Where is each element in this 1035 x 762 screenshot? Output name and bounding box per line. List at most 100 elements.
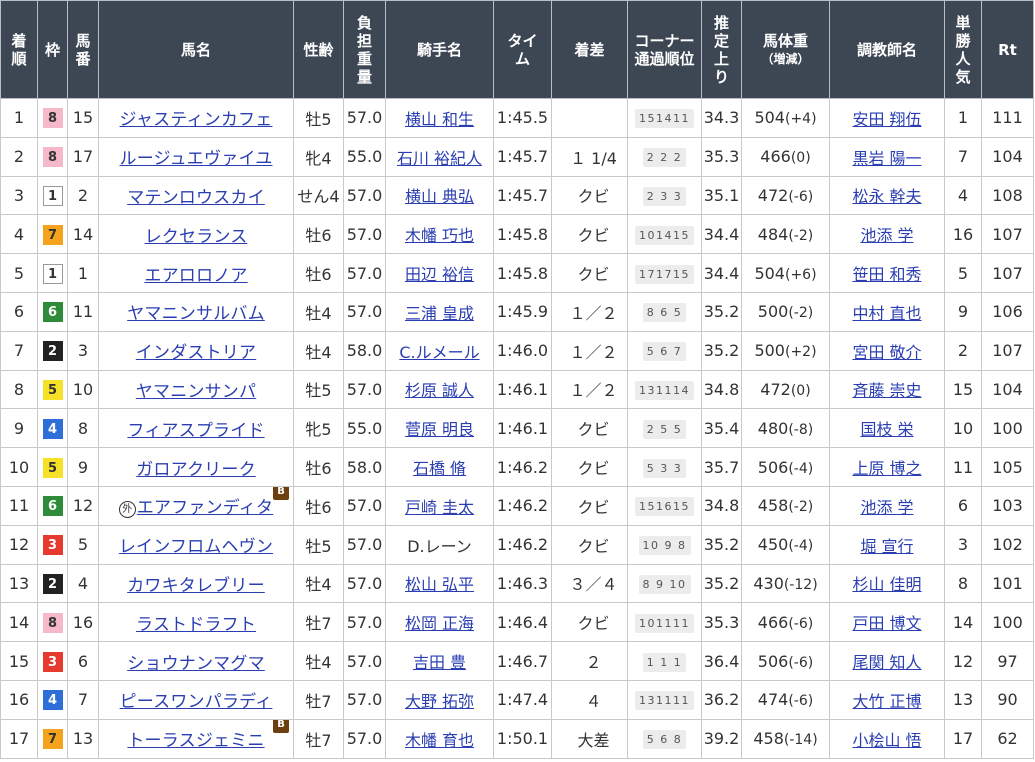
body-weight: 458 xyxy=(753,729,784,749)
horse-name-link[interactable]: フィアスプライド xyxy=(127,421,264,441)
horse-name-link[interactable]: カワキタレブリー xyxy=(127,576,265,596)
corner-positions: 2 3 3 xyxy=(642,186,687,206)
trainer-link[interactable]: 杉山 佳明 xyxy=(852,575,921,594)
horse-number: 17 xyxy=(72,147,94,167)
trainer-link[interactable]: 黒岩 陽一 xyxy=(852,149,921,168)
sex-age-cell: 牡6 xyxy=(293,447,344,487)
body-weight-diff: (+2) xyxy=(784,344,817,361)
trainer-link[interactable]: 小桧山 悟 xyxy=(852,731,921,750)
horse-name-link[interactable]: トーラスジェミニ xyxy=(127,731,264,751)
jockey-link[interactable]: 松岡 正海 xyxy=(405,614,474,633)
horse-name-link[interactable]: ヤマニンサルバム xyxy=(127,304,265,324)
finish-cell: 10 xyxy=(0,447,38,487)
trainer-link[interactable]: 安田 翔伍 xyxy=(852,110,921,129)
jockey-link[interactable]: 松山 弘平 xyxy=(405,575,474,594)
popularity-cell: 2 xyxy=(944,330,982,371)
trainer-link[interactable]: 上原 博之 xyxy=(852,459,921,478)
jockey-link[interactable]: 木幡 巧也 xyxy=(405,226,474,245)
body-weight-cell: 506(-4) xyxy=(741,447,830,487)
jockey-link[interactable]: 大野 拓弥 xyxy=(405,692,474,711)
horse-cell: インダストリア xyxy=(98,330,294,371)
finish-value: 5 xyxy=(13,263,25,283)
horse-name-link[interactable]: マテンロウスカイ xyxy=(127,188,265,208)
body-weight: 500 xyxy=(754,341,785,361)
table-row: 17 7 13 トーラスジェミニ B 牡7 57.0 木幡 育也 1:50.1 大差 5 6 8 39… xyxy=(0,718,1034,759)
horse-name-link[interactable]: ショウナンマグマ xyxy=(127,654,265,674)
popularity-cell: 9 xyxy=(944,291,982,332)
frame-badge: 1 xyxy=(42,185,63,206)
horse-name-link[interactable]: インダストリア xyxy=(136,343,256,363)
blinker-icon: B xyxy=(273,720,289,734)
table-row: 11 6 12 外エアファンディタ B 牡6 57.0 戸崎 圭太 1:46.2 クビ 151615… xyxy=(0,485,1034,526)
trainer-link[interactable]: 池添 学 xyxy=(860,226,913,245)
trainer-link[interactable]: 松永 幹夫 xyxy=(852,187,921,206)
jockey-link[interactable]: 戸崎 圭太 xyxy=(405,498,474,517)
corner-cell: 2 3 3 xyxy=(627,175,702,216)
trainer-link[interactable]: 笹田 和秀 xyxy=(852,265,921,284)
jockey-link[interactable]: 菅原 明良 xyxy=(405,420,474,439)
horse-name-link[interactable]: ジャスティンカフェ xyxy=(120,110,273,130)
horse-number: 9 xyxy=(77,457,89,477)
sex-age-cell: 牡5 xyxy=(293,98,344,138)
horse-name-link[interactable]: ガロアクリーク xyxy=(136,460,256,480)
header-row: 着順 枠 馬番 馬名 性齢 負担重量 騎手名 タイム 着差 コーナー通過順位 推… xyxy=(0,0,1034,99)
body-weight-diff: (+6) xyxy=(784,266,817,283)
blinker-icon: B xyxy=(273,487,289,501)
margin-cell xyxy=(551,98,628,138)
corner-positions: 101111 xyxy=(635,613,694,633)
rating: 90 xyxy=(997,690,1018,710)
trainer-link[interactable]: 国枝 栄 xyxy=(860,420,913,439)
finish-value: 7 xyxy=(13,341,25,361)
jockey-link[interactable]: 横山 和生 xyxy=(405,110,474,129)
trainer-link[interactable]: 大竹 正博 xyxy=(852,692,921,711)
trainer-link[interactable]: 池添 学 xyxy=(860,498,913,517)
horse-name-link[interactable]: ヤマニンサンパ xyxy=(136,382,256,402)
horse-number: 4 xyxy=(77,573,89,593)
trainer-link[interactable]: 戸田 博文 xyxy=(852,614,921,633)
jockey-link[interactable]: 三浦 皇成 xyxy=(405,304,474,323)
trainer-link[interactable]: 尾関 知人 xyxy=(852,653,921,672)
horse-name-link[interactable]: エアファンディタ xyxy=(137,498,273,518)
weight-cell: 57.0 xyxy=(343,175,386,216)
body-weight-cell: 472(0) xyxy=(741,369,830,410)
frame-badge: 3 xyxy=(42,535,63,556)
jockey-link[interactable]: 石川 裕紀人 xyxy=(397,149,482,168)
popularity-cell: 4 xyxy=(944,175,982,216)
trainer-link[interactable]: 中村 直也 xyxy=(852,304,921,323)
jockey-link[interactable]: 吉田 豊 xyxy=(413,653,466,672)
horse-name-link[interactable]: エアロロノア xyxy=(144,266,247,286)
finish-cell: 13 xyxy=(0,563,38,604)
jockey-cell: 石橋 脩 xyxy=(385,447,494,487)
horse-name-link[interactable]: ルージュエヴァイユ xyxy=(120,149,273,169)
last-3f: 35.2 xyxy=(703,535,740,555)
header-corner: コーナー通過順位 xyxy=(627,0,702,99)
corner-positions: 8 9 10 xyxy=(638,574,691,594)
last3f-cell: 35.3 xyxy=(701,602,742,643)
horse-name-link[interactable]: ラストドラフト xyxy=(136,615,256,635)
popularity-cell: 3 xyxy=(944,524,982,565)
body-weight-cell: 430(-12) xyxy=(741,563,830,604)
trainer-link[interactable]: 斉藤 崇史 xyxy=(852,381,921,400)
finish-cell: 15 xyxy=(0,641,38,681)
margin-cell: ３／４ xyxy=(551,563,628,604)
frame-badge: 7 xyxy=(42,729,63,750)
trainer-link[interactable]: 宮田 敬介 xyxy=(852,343,921,362)
jockey-link[interactable]: 横山 典弘 xyxy=(405,187,474,206)
last-3f: 35.4 xyxy=(703,418,740,438)
weight-cell: 57.0 xyxy=(343,602,386,643)
horse-name-link[interactable]: ピースワンパラディ xyxy=(120,692,273,712)
horse-name-link[interactable]: レインフロムヘヴン xyxy=(119,537,273,557)
jockey-link[interactable]: 石橋 脩 xyxy=(413,459,466,478)
jockey-link[interactable]: 田辺 裕信 xyxy=(405,265,474,284)
jockey-link[interactable]: C.ルメール xyxy=(399,343,479,362)
popularity: 7 xyxy=(957,147,969,167)
weight-cell: 57.0 xyxy=(343,563,386,604)
sex-age: 牡7 xyxy=(305,614,332,634)
trainer-link[interactable]: 堀 宣行 xyxy=(860,537,913,556)
finish-cell: 9 xyxy=(0,408,38,449)
popularity: 5 xyxy=(957,263,969,283)
frame-cell: 1 xyxy=(37,175,68,216)
horse-name-link[interactable]: レクセランス xyxy=(145,227,248,247)
jockey-link[interactable]: 杉原 誠人 xyxy=(405,381,474,400)
jockey-link[interactable]: 木幡 育也 xyxy=(405,731,474,750)
